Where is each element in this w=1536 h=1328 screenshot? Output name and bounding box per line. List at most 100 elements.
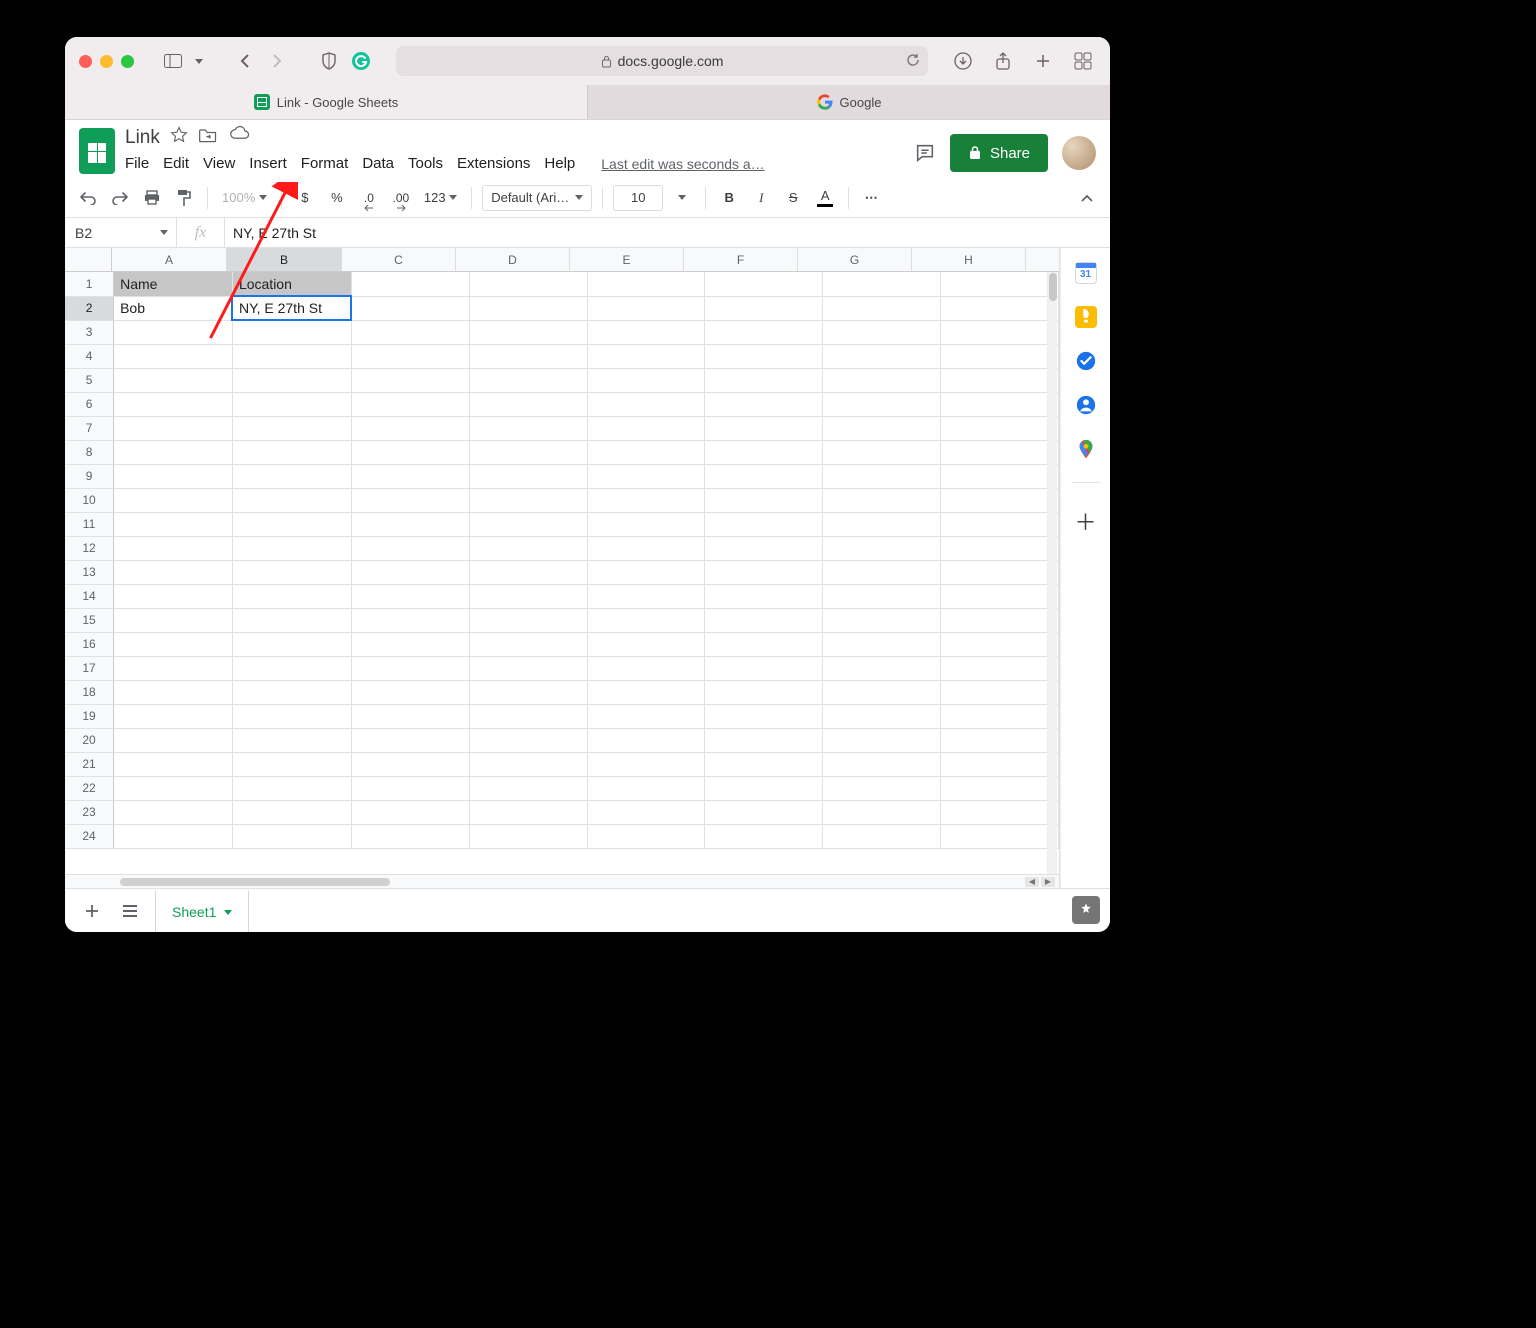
cell-G23[interactable] xyxy=(823,800,941,824)
cell-E13[interactable] xyxy=(587,560,705,584)
cell-B1[interactable]: Location xyxy=(232,272,351,296)
cell-G3[interactable] xyxy=(823,320,941,344)
downloads-icon[interactable] xyxy=(950,48,976,74)
comments-icon[interactable] xyxy=(914,142,936,164)
cell-E7[interactable] xyxy=(587,416,705,440)
cell-B2[interactable]: NY, E 27th St xyxy=(232,296,351,320)
cell-E4[interactable] xyxy=(587,344,705,368)
cell-F2[interactable] xyxy=(705,296,823,320)
browser-tab-inactive[interactable]: Google xyxy=(587,85,1110,119)
sidebar-dropdown-icon[interactable] xyxy=(192,48,206,74)
cell-E20[interactable] xyxy=(587,728,705,752)
reload-icon[interactable] xyxy=(906,53,920,70)
cell-C13[interactable] xyxy=(351,560,469,584)
cell-G9[interactable] xyxy=(823,464,941,488)
cell-B10[interactable] xyxy=(232,488,351,512)
row-header[interactable]: 6 xyxy=(65,392,114,416)
cell-H7[interactable] xyxy=(941,416,1059,440)
cell-H11[interactable] xyxy=(941,512,1059,536)
row-header[interactable]: 21 xyxy=(65,752,114,776)
cell-H18[interactable] xyxy=(941,680,1059,704)
cell-B22[interactable] xyxy=(232,776,351,800)
cell-G2[interactable] xyxy=(823,296,941,320)
cell-D16[interactable] xyxy=(469,632,587,656)
cell-C5[interactable] xyxy=(351,368,469,392)
cell-B14[interactable] xyxy=(232,584,351,608)
row-header[interactable]: 13 xyxy=(65,560,114,584)
col-header-F[interactable]: F xyxy=(684,248,798,271)
cell-B20[interactable] xyxy=(232,728,351,752)
cell-C17[interactable] xyxy=(351,656,469,680)
cell-E11[interactable] xyxy=(587,512,705,536)
cell-G16[interactable] xyxy=(823,632,941,656)
cell-D5[interactable] xyxy=(469,368,587,392)
menu-extensions[interactable]: Extensions xyxy=(457,155,530,172)
text-color-button[interactable]: A xyxy=(812,184,838,212)
cell-E24[interactable] xyxy=(587,824,705,848)
cell-A7[interactable] xyxy=(114,416,233,440)
cell-F1[interactable] xyxy=(705,272,823,296)
cell-G24[interactable] xyxy=(823,824,941,848)
cell-A4[interactable] xyxy=(114,344,233,368)
cell-B24[interactable] xyxy=(232,824,351,848)
cell-H24[interactable] xyxy=(941,824,1059,848)
cell-B9[interactable] xyxy=(232,464,351,488)
contacts-app-icon[interactable] xyxy=(1075,394,1097,416)
share-button[interactable]: Share xyxy=(950,134,1048,172)
row-header[interactable]: 19 xyxy=(65,704,114,728)
cell-A8[interactable] xyxy=(114,440,233,464)
undo-button[interactable] xyxy=(75,184,101,212)
cell-H4[interactable] xyxy=(941,344,1059,368)
cell-A3[interactable] xyxy=(114,320,233,344)
cell-F18[interactable] xyxy=(705,680,823,704)
more-formats-button[interactable]: 123 xyxy=(420,184,461,212)
tasks-app-icon[interactable] xyxy=(1075,350,1097,372)
format-percent-button[interactable]: % xyxy=(324,184,350,212)
cell-D2[interactable] xyxy=(469,296,587,320)
cell-A9[interactable] xyxy=(114,464,233,488)
row-header[interactable]: 4 xyxy=(65,344,114,368)
all-sheets-button[interactable] xyxy=(117,898,143,924)
cell-E8[interactable] xyxy=(587,440,705,464)
cell-F23[interactable] xyxy=(705,800,823,824)
cell-A12[interactable] xyxy=(114,536,233,560)
row-header[interactable]: 11 xyxy=(65,512,114,536)
decrease-decimal-button[interactable]: .0 xyxy=(356,184,382,212)
bold-button[interactable]: B xyxy=(716,184,742,212)
addons-plus-icon[interactable]: ＋ xyxy=(1074,505,1096,537)
paint-format-button[interactable] xyxy=(171,184,197,212)
cell-G7[interactable] xyxy=(823,416,941,440)
cell-E12[interactable] xyxy=(587,536,705,560)
cell-C22[interactable] xyxy=(351,776,469,800)
font-select[interactable]: Default (Ari… xyxy=(482,185,592,211)
cell-H13[interactable] xyxy=(941,560,1059,584)
col-header-A[interactable]: A xyxy=(112,248,227,271)
cell-G5[interactable] xyxy=(823,368,941,392)
redo-button[interactable] xyxy=(107,184,133,212)
cell-F17[interactable] xyxy=(705,656,823,680)
row-header[interactable]: 23 xyxy=(65,800,114,824)
cell-C8[interactable] xyxy=(351,440,469,464)
cell-D10[interactable] xyxy=(469,488,587,512)
cell-F6[interactable] xyxy=(705,392,823,416)
cell-E22[interactable] xyxy=(587,776,705,800)
row-header[interactable]: 24 xyxy=(65,824,114,848)
cell-D3[interactable] xyxy=(469,320,587,344)
horizontal-scrollbar[interactable]: ◀▶ xyxy=(65,874,1059,888)
cell-H23[interactable] xyxy=(941,800,1059,824)
cell-B21[interactable] xyxy=(232,752,351,776)
print-button[interactable] xyxy=(139,184,165,212)
row-header[interactable]: 7 xyxy=(65,416,114,440)
row-header[interactable]: 2 xyxy=(65,296,114,320)
cell-D24[interactable] xyxy=(469,824,587,848)
row-header[interactable]: 1 xyxy=(65,272,114,296)
cell-A15[interactable] xyxy=(114,608,233,632)
row-header[interactable]: 22 xyxy=(65,776,114,800)
col-header-C[interactable]: C xyxy=(342,248,456,271)
row-header[interactable]: 15 xyxy=(65,608,114,632)
row-header[interactable]: 18 xyxy=(65,680,114,704)
col-header-E[interactable]: E xyxy=(570,248,684,271)
cell-E19[interactable] xyxy=(587,704,705,728)
star-icon[interactable] xyxy=(170,126,188,149)
cell-C7[interactable] xyxy=(351,416,469,440)
